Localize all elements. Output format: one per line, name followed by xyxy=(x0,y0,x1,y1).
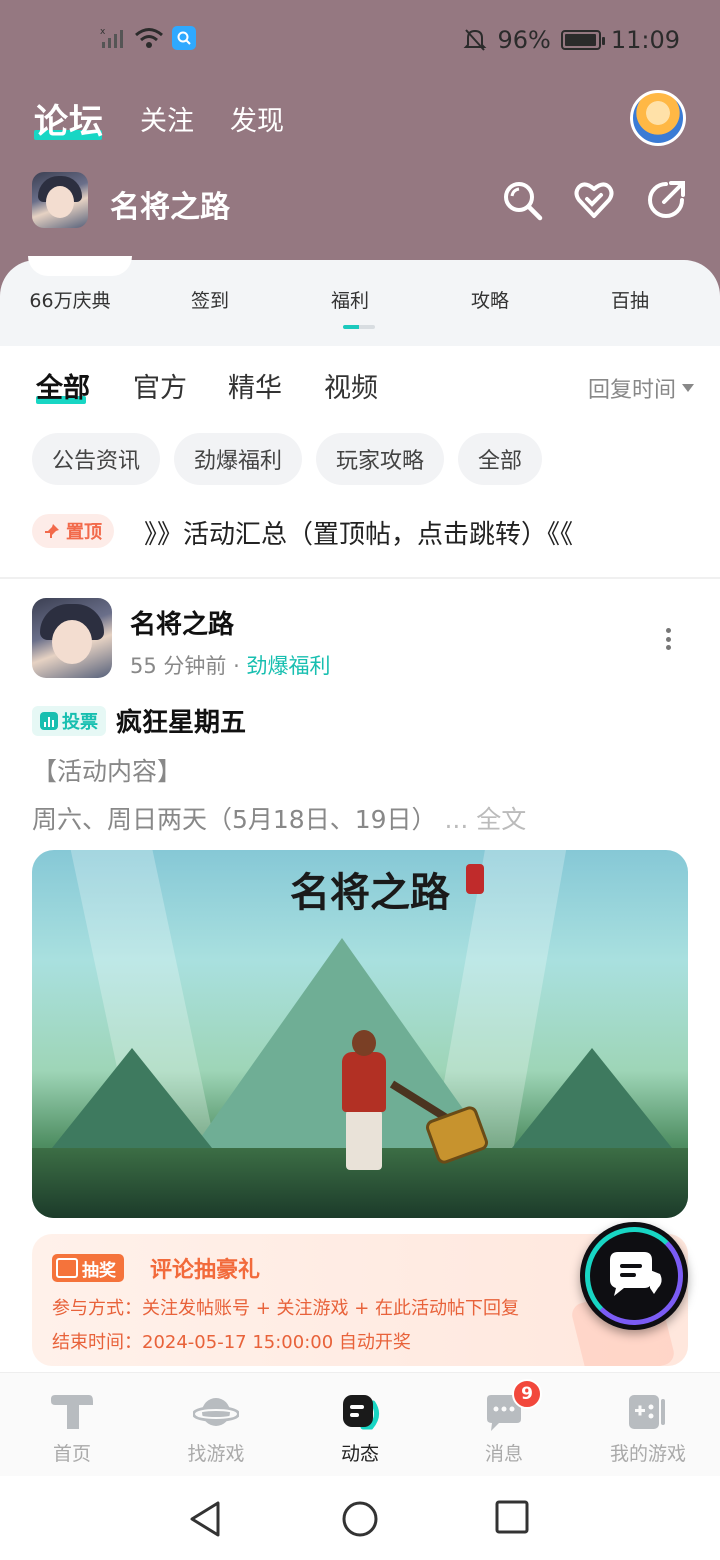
nav-discover[interactable]: 发现 xyxy=(230,99,284,142)
post-excerpt-line1: 【活动内容】 xyxy=(32,757,183,786)
unread-badge: 9 xyxy=(512,1379,542,1409)
nav-messages[interactable]: 消息 9 xyxy=(432,1373,576,1476)
vote-badge-label: 投票 xyxy=(62,711,98,733)
tab-checkin[interactable]: 签到 xyxy=(140,286,280,313)
battery-icon xyxy=(560,30,605,50)
recents-square-icon[interactable] xyxy=(495,1500,529,1534)
poll-icon xyxy=(40,711,58,730)
forum-game-icon[interactable] xyxy=(32,172,88,228)
pinned-post-title: 》》活动汇总（置顶帖，点击跳转）《《 xyxy=(144,520,574,550)
post-title-row[interactable]: 投票 疯狂星期五 xyxy=(32,702,246,739)
nav-find-games-label: 找游戏 xyxy=(187,1443,245,1465)
nav-feed[interactable]: 动态 xyxy=(288,1373,432,1476)
pinned-badge-label: 置顶 xyxy=(66,522,102,543)
post-time: 55 分钟前 xyxy=(130,654,227,678)
battery-percent: 96% xyxy=(497,26,551,54)
feed-icon xyxy=(343,1395,379,1430)
logo-text: 论坛 xyxy=(34,102,104,142)
filter-video[interactable]: 视频 xyxy=(324,366,378,405)
lottery-badge: 抽奖 xyxy=(52,1254,124,1282)
post-image[interactable]: 名将之路 xyxy=(32,850,688,1218)
category-tab-indicator xyxy=(343,325,375,329)
nav-messages-label: 消息 xyxy=(484,1443,523,1465)
wifi-icon xyxy=(135,28,163,48)
sort-label: 回复时间 xyxy=(587,378,676,403)
tab-guide[interactable]: 攻略 xyxy=(420,286,560,313)
filter-official[interactable]: 官方 xyxy=(133,366,187,405)
pin-icon xyxy=(45,524,59,538)
topic-chips: 公告资讯 劲爆福利 玩家攻略 全部 xyxy=(32,433,543,485)
nav-find-games[interactable]: 找游戏 xyxy=(144,1373,288,1476)
header: x 96% 11:09 论坛 关注 发现 名将之路 xyxy=(0,0,720,300)
category-tabs: 66万庆典 签到 福利 攻略 百抽 xyxy=(0,286,720,313)
system-nav-bar xyxy=(0,1476,720,1560)
post-excerpt-text: 周六、周日两天（5月18日、19日） xyxy=(32,805,437,834)
floating-chat-button[interactable] xyxy=(580,1222,688,1330)
lottery-badge-label: 抽奖 xyxy=(82,1260,116,1281)
nav-feed-label: 动态 xyxy=(340,1443,379,1465)
meta-separator: · xyxy=(233,654,240,678)
tab-celebration[interactable]: 66万庆典 xyxy=(0,286,140,313)
pinned-post[interactable]: 置顶 》》活动汇总（置顶帖，点击跳转）《《 xyxy=(32,512,692,552)
post-title: 疯狂星期五 xyxy=(116,708,247,738)
more-options-icon[interactable] xyxy=(666,628,672,650)
bottom-nav: 首页 找游戏 动态 消息 9 我的游戏 xyxy=(0,1372,720,1476)
forum-logo[interactable]: 论坛 xyxy=(34,94,104,142)
image-game-title: 名将之路 xyxy=(290,869,450,916)
sheet-notch xyxy=(28,256,132,276)
clock: 11:09 xyxy=(610,26,680,54)
forum-row: 名将之路 xyxy=(32,172,688,232)
planet-icon xyxy=(193,1398,239,1426)
home-circle-icon[interactable] xyxy=(341,1500,379,1538)
pinned-badge: 置顶 xyxy=(32,514,114,548)
filter-all[interactable]: 全部 xyxy=(36,366,90,405)
read-full-link[interactable]: ... 全文 xyxy=(444,805,526,834)
gamepad-icon xyxy=(629,1395,665,1429)
post-author-avatar[interactable] xyxy=(32,598,112,678)
gift-icon xyxy=(56,1258,78,1278)
post-excerpt-line2: 周六、周日两天（5月18日、19日） ... 全文 xyxy=(32,800,526,836)
svg-text:x: x xyxy=(100,27,106,37)
tab-hundred-draws[interactable]: 百抽 xyxy=(560,286,700,313)
favorite-heart-icon[interactable] xyxy=(572,178,616,222)
signal-icon: x xyxy=(100,27,123,48)
top-nav: 论坛 关注 发现 xyxy=(34,94,284,142)
chip-player-guides[interactable]: 玩家攻略 xyxy=(316,433,445,485)
user-avatar[interactable] xyxy=(630,90,686,146)
nav-home-label: 首页 xyxy=(52,1443,91,1465)
chip-announcements[interactable]: 公告资讯 xyxy=(32,433,161,485)
lottery-end-time: 结束时间：2024-05-17 15:00:00 自动开奖 xyxy=(52,1332,411,1353)
status-bar: x 96% 11:09 xyxy=(0,22,720,62)
search-app-icon xyxy=(172,26,196,50)
sort-dropdown[interactable]: 回复时间 xyxy=(588,372,694,404)
post-meta: 55 分钟前 · 劲爆福利 xyxy=(130,650,330,680)
lottery-participation: 参与方式：关注发帖账号 + 关注游戏 + 在此活动帖下回复 xyxy=(52,1298,520,1319)
back-triangle-icon[interactable] xyxy=(188,1500,224,1538)
post-tag[interactable]: 劲爆福利 xyxy=(246,654,330,678)
nav-follow[interactable]: 关注 xyxy=(140,99,194,142)
share-icon[interactable] xyxy=(644,178,688,222)
nav-my-games-label: 我的游戏 xyxy=(609,1443,686,1465)
divider xyxy=(0,577,720,579)
forum-title: 名将之路 xyxy=(110,190,230,225)
chip-welfare[interactable]: 劲爆福利 xyxy=(174,433,303,485)
vote-badge: 投票 xyxy=(32,705,106,736)
image-seal xyxy=(466,864,484,894)
nav-my-games[interactable]: 我的游戏 xyxy=(576,1373,720,1476)
mute-bell-icon xyxy=(464,29,487,51)
tab-welfare[interactable]: 福利 xyxy=(280,286,420,313)
filter-featured[interactable]: 精华 xyxy=(228,366,282,405)
chat-bubble-icon xyxy=(610,1252,662,1296)
search-icon[interactable] xyxy=(500,178,544,222)
nav-home[interactable]: 首页 xyxy=(0,1373,144,1476)
caret-down-icon xyxy=(682,384,694,392)
hero-figure xyxy=(332,1030,396,1180)
lottery-title: 评论抽豪礼 xyxy=(150,1258,261,1283)
chip-all[interactable]: 全部 xyxy=(458,433,543,485)
home-icon xyxy=(51,1395,93,1429)
post-author-name[interactable]: 名将之路 xyxy=(130,604,234,641)
